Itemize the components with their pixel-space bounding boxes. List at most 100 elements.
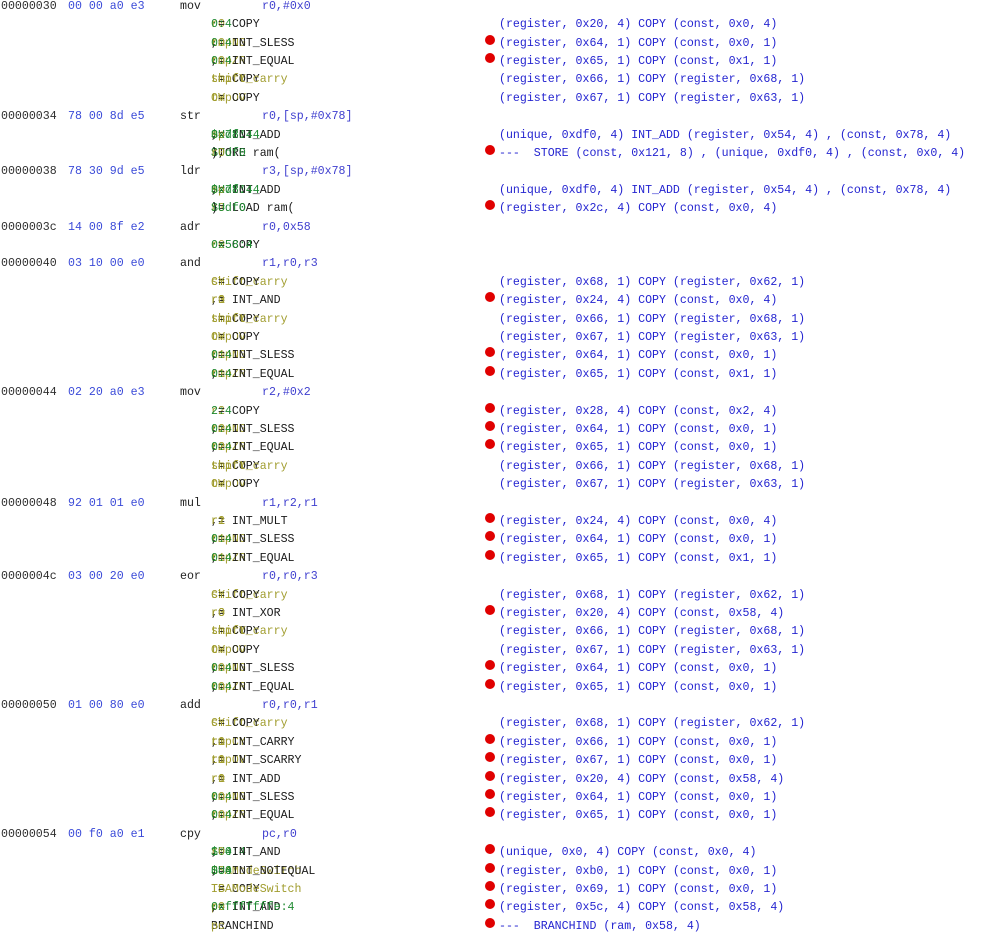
pcode-row[interactable]: tmpZR = INT_EQUAL r1, 0:4 (register, 0x65… (0, 549, 1000, 568)
breakpoint-dot-icon[interactable] (485, 733, 495, 744)
pcode-row[interactable]: tmpCY = INT_CARRY r0, r1 (register, 0x66,… (0, 733, 1000, 752)
pcode-row[interactable]: ISAModeSwitch = INT_NOTEQUAL $U0, 0:4 (re… (0, 862, 1000, 881)
breakpoint-dot-icon[interactable] (485, 678, 495, 689)
breakpoint-dot-icon[interactable] (485, 531, 495, 542)
breakpoint-dot-icon[interactable] (485, 292, 495, 303)
breakpoint-dot-icon[interactable] (485, 752, 495, 763)
pcode-row[interactable]: r0 = COPY 0:4 (register, 0x20, 4) COPY (c… (0, 16, 1000, 34)
instruction-address: 00000040 (1, 257, 57, 271)
pcode-row[interactable]: tmpCY = COPY shift_carry (register, 0x66,… (0, 623, 1000, 641)
instruction-row[interactable]: 0000004c 03 00 20 e0 eor r0,r0,r3 (0, 568, 1000, 586)
instruction-address: 00000044 (1, 386, 57, 400)
instruction-mnemonic: adr (180, 220, 201, 234)
breakpoint-dot-icon[interactable] (485, 513, 495, 523)
instruction-row[interactable]: 00000050 01 00 80 e0 add r0,r0,r1 (0, 697, 1000, 715)
pcode-row[interactable]: tmpNG = INT_SLESS r2, 0:4 (register, 0x64… (0, 421, 1000, 439)
pcode-token: shift_carry (211, 73, 288, 87)
pcode-row[interactable]: tmpNG = INT_SLESS r0, 0:4 (register, 0x64… (0, 660, 1000, 678)
breakpoint-dot-icon[interactable] (485, 862, 495, 873)
pcode-row[interactable]: tmpOV = COPY OV (register, 0x67, 1) COPY … (0, 642, 1000, 660)
pcode-row[interactable]: r2 = COPY 2:4 (register, 0x28, 4) COPY (c… (0, 402, 1000, 421)
breakpoint-dot-icon[interactable] (485, 881, 495, 891)
pcode-row[interactable]: $U0:4 = INT_AND r0, 1:4 (unique, 0x0, 4) … (0, 844, 1000, 862)
instruction-row[interactable]: 0000003c 14 00 8f e2 adr r0,0x58 (0, 219, 1000, 237)
instruction-bytes: 14 00 8f e2 (68, 220, 145, 234)
pcode-token: 0:4 (211, 809, 232, 823)
breakpoint-dot-icon[interactable] (485, 439, 495, 450)
breakpoint-dot-icon[interactable] (485, 605, 495, 615)
pcode-row[interactable]: r0 = COPY 0x58:4 (0, 237, 1000, 255)
breakpoint-dot-icon[interactable] (485, 34, 495, 45)
pcode-token: CY (211, 717, 225, 731)
pcode-row[interactable]: shift_carry = COPY CY (register, 0x68, 1)… (0, 274, 1000, 292)
pcode-row[interactable]: $Udf0:4 = INT_ADD sp, 0x78:4 (unique, 0xd… (0, 182, 1000, 200)
pcode-row[interactable]: tmpNG = INT_SLESS r0, 0:4 (register, 0x64… (0, 789, 1000, 807)
pcode-row[interactable]: BRANCHIND pc --- BRANCHIND (ram, 0x58, 4) (0, 917, 1000, 936)
instruction-row[interactable]: 00000040 03 10 00 e0 and r1,r0,r3 (0, 255, 1000, 273)
breakpoint-dot-icon[interactable] (485, 789, 495, 799)
breakpoint-dot-icon[interactable] (485, 365, 495, 376)
pcode-row[interactable]: r0 = INT_ADD r0, r1 (register, 0x20, 4) C… (0, 770, 1000, 789)
pcode-row[interactable]: tmpZR = INT_EQUAL r2, 0:4 (register, 0x65… (0, 439, 1000, 457)
pcode-row[interactable]: tmpOV = COPY OV (register, 0x67, 1) COPY … (0, 476, 1000, 494)
pcode-row[interactable]: tmpZR = INT_EQUAL r0, 0:4 (register, 0x65… (0, 807, 1000, 825)
pcode-row[interactable]: tmpOV = COPY OV (register, 0x67, 1) COPY … (0, 329, 1000, 347)
instruction-row[interactable]: 00000048 92 01 01 e0 mul r1,r2,r1 (0, 495, 1000, 513)
raw-pcode: --- STORE (const, 0x121, 8) , (unique, 0… (499, 147, 966, 160)
breakpoint-dot-icon[interactable] (485, 53, 495, 63)
breakpoint-dot-icon[interactable] (485, 347, 495, 358)
breakpoint-dot-icon[interactable] (485, 917, 495, 928)
instruction-operands: r0,#0x0 (262, 0, 311, 13)
raw-pcode: (register, 0x65, 1) COPY (const, 0x1, 1) (499, 551, 778, 565)
breakpoint-dot-icon[interactable] (485, 844, 495, 855)
pcode-token: ) (211, 202, 218, 216)
pcode-row[interactable]: tmpCY = COPY shift_carry (register, 0x66,… (0, 71, 1000, 89)
pcode-row[interactable]: tmpNG = INT_SLESS r1, 0:4 (register, 0x64… (0, 347, 1000, 365)
instruction-row[interactable]: 00000030 00 00 a0 e3 mov r0,#0x0 (0, 0, 1000, 16)
breakpoint-dot-icon[interactable] (485, 770, 495, 781)
pcode-row[interactable]: TB = COPY ISAModeSwitch (register, 0x69, … (0, 881, 1000, 899)
breakpoint-dot-icon[interactable] (485, 660, 495, 671)
pcode-row[interactable]: r3 = LOAD ram($Udf0) (register, 0x2c, 4) … (0, 200, 1000, 218)
pcode-row[interactable]: tmpNG = INT_SLESS r1, 0:4 (register, 0x64… (0, 531, 1000, 549)
breakpoint-dot-icon[interactable] (485, 200, 495, 211)
pcode-row[interactable]: tmpZR = INT_EQUAL r0, 0:4 (register, 0x65… (0, 53, 1000, 71)
raw-pcode: (register, 0x67, 1) COPY (register, 0x63… (499, 91, 806, 105)
breakpoint-dot-icon[interactable] (485, 402, 495, 413)
pcode-row[interactable]: shift_carry = COPY CY (register, 0x68, 1)… (0, 587, 1000, 605)
instruction-row[interactable]: 00000038 78 30 9d e5 ldr r3,[sp,#0x78] (0, 163, 1000, 181)
pcode-token: shift_carry (211, 312, 288, 326)
instruction-operands: r0,r0,r3 (262, 570, 318, 584)
pcode-token: CY (211, 275, 225, 289)
instruction-row[interactable]: 00000044 02 20 a0 e3 mov r2,#0x2 (0, 384, 1000, 402)
pcode-row[interactable]: $Udf0:4 = INT_ADD sp, 0x78:4 (unique, 0xd… (0, 127, 1000, 145)
breakpoint-dot-icon[interactable] (485, 549, 495, 560)
breakpoint-dot-icon[interactable] (485, 145, 495, 155)
instruction-row[interactable]: 00000034 78 00 8d e5 str r0,[sp,#0x78] (0, 108, 1000, 126)
pcode-row[interactable]: tmpOV = INT_SCARRY r0, r1 (register, 0x67… (0, 752, 1000, 770)
breakpoint-dot-icon[interactable] (485, 421, 495, 431)
pcode-row[interactable]: r1 = INT_AND r0, r3 (register, 0x24, 4) C… (0, 292, 1000, 310)
raw-pcode: (register, 0x68, 1) COPY (register, 0x62… (499, 717, 806, 731)
breakpoint-dot-icon[interactable] (485, 899, 495, 910)
pcode-row[interactable]: r0 = INT_XOR r0, r3 (register, 0x20, 4) C… (0, 605, 1000, 623)
pcode-row[interactable]: tmpZR = INT_EQUAL r1, 0:4 (register, 0x65… (0, 365, 1000, 384)
pcode-row[interactable]: tmpCY = COPY shift_carry (register, 0x66,… (0, 311, 1000, 329)
pcode-row[interactable]: tmpNG = INT_SLESS r0, 0:4 (register, 0x64… (0, 34, 1000, 53)
instruction-row[interactable]: 00000054 00 f0 a0 e1 cpy pc,r0 (0, 826, 1000, 844)
pcode-row[interactable]: tmpZR = INT_EQUAL r0, 0:4 (register, 0x65… (0, 678, 1000, 697)
pcode-token: r1 (211, 754, 225, 768)
pcode-token: OV (211, 91, 225, 105)
pcode-row[interactable]: tmpOV = COPY OV (register, 0x67, 1) COPY … (0, 90, 1000, 108)
raw-pcode: (register, 0xb0, 1) COPY (const, 0x0, 1) (499, 864, 778, 878)
raw-pcode: (register, 0x67, 1) COPY (const, 0x0, 1) (499, 754, 778, 768)
pcode-row[interactable]: STORE ram($Udf0), r0 --- STORE (const, 0x… (0, 145, 1000, 163)
pcode-row[interactable]: tmpCY = COPY shift_carry (register, 0x66,… (0, 458, 1000, 476)
pcode-row[interactable]: r1 = INT_MULT r2, r1 (register, 0x24, 4) … (0, 513, 1000, 531)
breakpoint-dot-icon[interactable] (485, 807, 495, 818)
pcode-token: 0x58:4 (211, 239, 253, 252)
pcode-row[interactable]: pc = INT_AND r0, 0xfffffffe:4 (register, … (0, 899, 1000, 917)
pcode-row[interactable]: shift_carry = COPY CY (register, 0x68, 1)… (0, 715, 1000, 733)
raw-pcode: --- BRANCHIND (ram, 0x58, 4) (499, 919, 701, 933)
pcode-token: 0:4 (211, 551, 232, 565)
